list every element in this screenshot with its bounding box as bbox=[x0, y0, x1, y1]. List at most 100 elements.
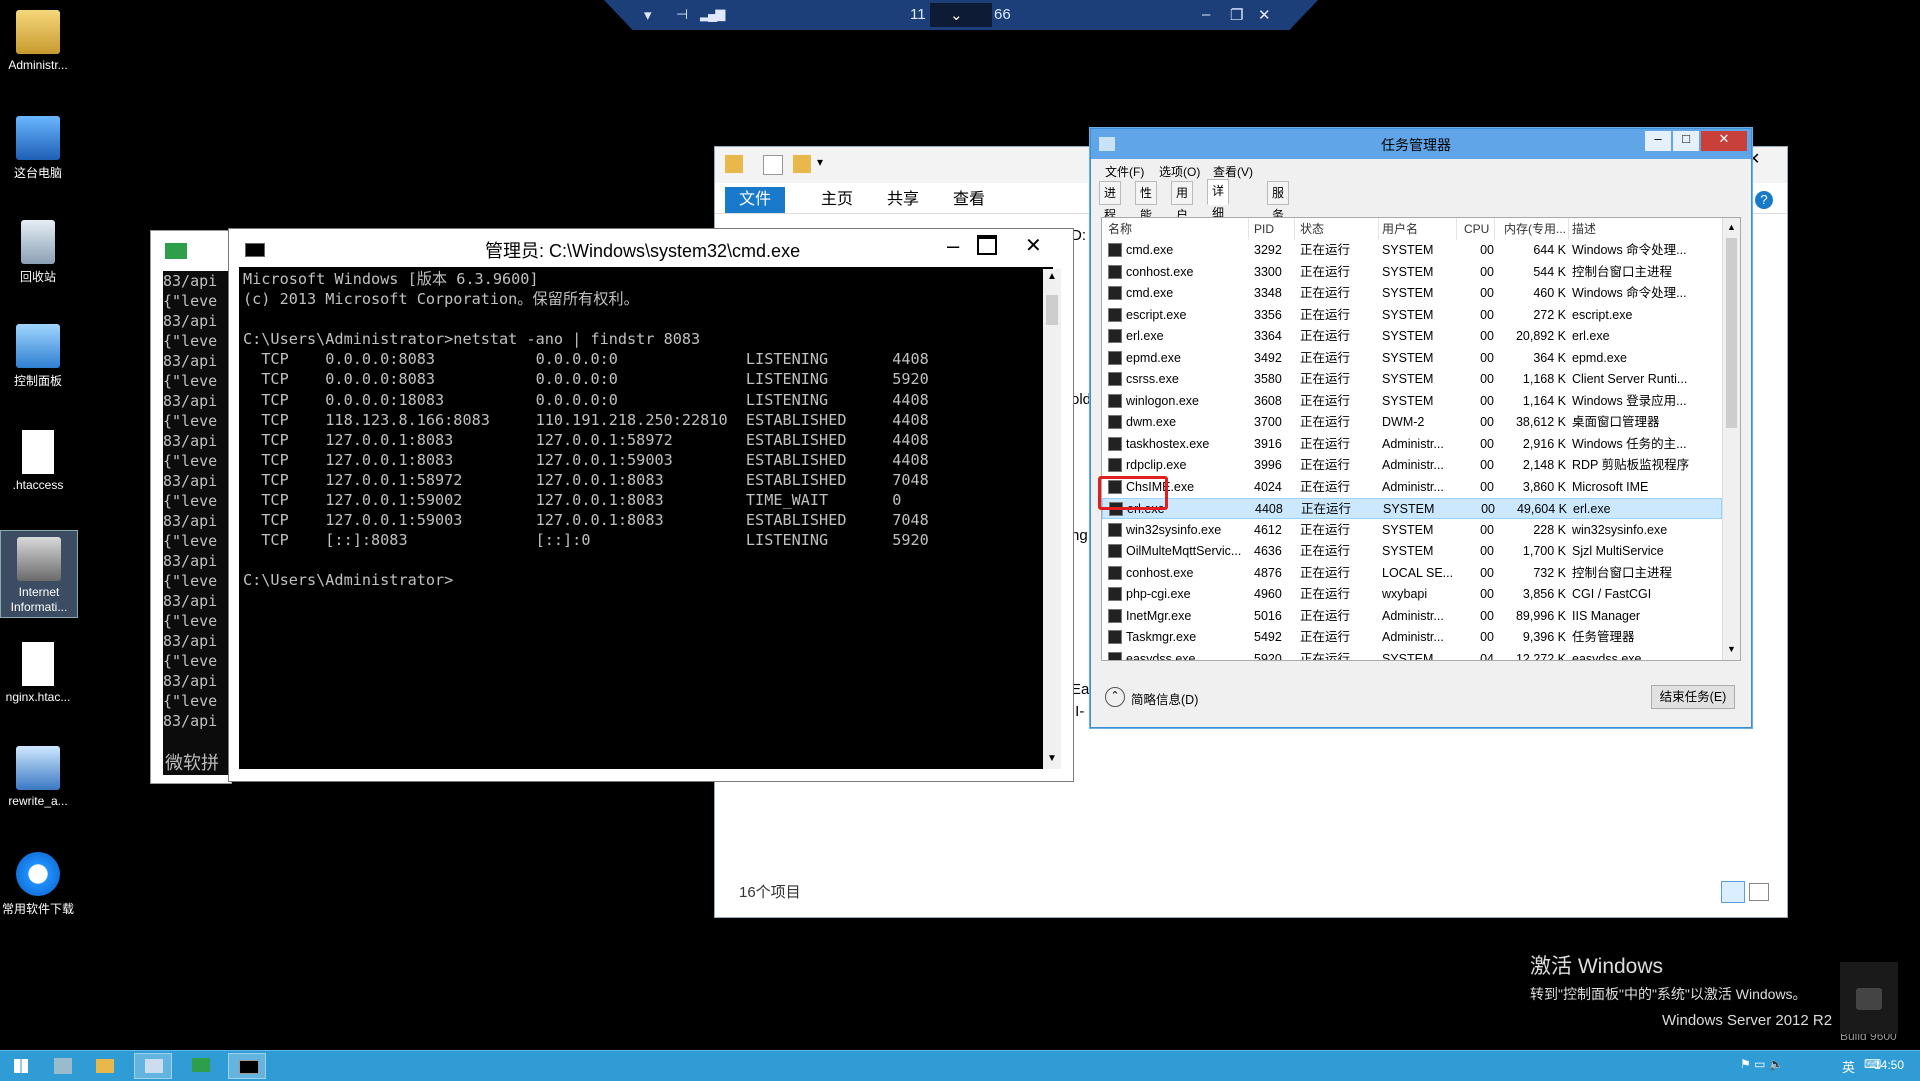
tab-performance[interactable]: 性能 bbox=[1135, 181, 1158, 222]
desktop-icon-control-panel[interactable]: 控制面板 bbox=[0, 318, 76, 392]
cmd-scrollbar[interactable]: ▲ ▼ bbox=[1043, 269, 1061, 769]
scroll-thumb[interactable] bbox=[1046, 295, 1058, 325]
menu-file[interactable]: 文件(F) bbox=[1105, 163, 1144, 180]
col-description[interactable]: 描述 bbox=[1572, 218, 1702, 240]
scroll-down-icon[interactable]: ▼ bbox=[1047, 753, 1057, 764]
menu-view[interactable]: 查看(V) bbox=[1213, 163, 1253, 180]
cell-status: 正在运行 bbox=[1300, 286, 1351, 300]
taskbar-task-manager[interactable] bbox=[134, 1053, 172, 1079]
table-row[interactable]: easydss.exe 5920 正在运行 SYSTEM 04 12,272 K easyd… bbox=[1102, 649, 1722, 660]
table-row[interactable]: ChsIME.exe 4024 正在运行 Administr... 00 3,860 KM… bbox=[1102, 477, 1722, 498]
cell-desc: 任务管理器 bbox=[1572, 630, 1635, 644]
desktop-icon-administrator[interactable]: Administr... bbox=[0, 4, 76, 78]
cmd-output[interactable]: Microsoft Windows [版本 6.3.9600] (c) 2013 … bbox=[239, 267, 1053, 769]
table-row[interactable]: php-cgi.exe 4960 正在运行 wxybapi 00 3,856 K CGI /… bbox=[1102, 584, 1722, 605]
scroll-up-icon[interactable]: ▲ bbox=[1047, 271, 1057, 282]
tm-titlebar[interactable]: 任务管理器 – □ ✕ bbox=[1091, 129, 1751, 159]
table-row[interactable]: InetMgr.exe 5016 正在运行 Administr... 00 89,996 … bbox=[1102, 606, 1722, 627]
table-row[interactable]: cmd.exe 3348 正在运行 SYSTEM 00 460 K Windows 命令处理… bbox=[1102, 283, 1722, 304]
close-icon[interactable]: ✕ bbox=[1025, 233, 1042, 258]
tab-file[interactable]: 文件 bbox=[725, 187, 786, 213]
tab-share[interactable]: 共享 bbox=[873, 187, 933, 213]
tab-home[interactable]: 主页 bbox=[807, 187, 867, 213]
desktop-icon-iis[interactable]: Internet Informati... bbox=[0, 530, 78, 618]
pin-dropdown-icon[interactable]: ▾ bbox=[644, 6, 652, 24]
clock[interactable]: 14:50 bbox=[1874, 1058, 1904, 1072]
desktop-icon-htaccess[interactable]: .htaccess bbox=[0, 424, 76, 498]
tab-processes[interactable]: 进程 bbox=[1099, 181, 1122, 222]
minimize-icon[interactable]: – bbox=[947, 233, 959, 259]
close-icon[interactable]: ✕ bbox=[1701, 131, 1747, 151]
chevron-up-icon[interactable]: ⌃ bbox=[1105, 687, 1125, 707]
chevron-down-icon[interactable]: ▾ bbox=[817, 155, 823, 169]
details-view-icon[interactable] bbox=[1721, 881, 1745, 903]
scroll-down-icon[interactable]: ▼ bbox=[1727, 644, 1736, 654]
col-user[interactable]: 用户名 bbox=[1382, 218, 1457, 240]
tab-details[interactable]: 详细信息 bbox=[1207, 179, 1230, 264]
tm-scrollbar[interactable]: ▲ ▼ bbox=[1722, 218, 1740, 660]
table-row[interactable]: cmd.exe 3292 正在运行 SYSTEM 00 644 K Windows 命令处理… bbox=[1102, 240, 1722, 261]
taskbar-green-app[interactable] bbox=[182, 1053, 220, 1079]
col-status[interactable]: 状态 bbox=[1300, 218, 1379, 240]
minimize-icon[interactable]: – bbox=[1202, 6, 1210, 23]
console-line: 83/api bbox=[163, 632, 218, 650]
brief-info-toggle[interactable]: 简略信息(D) bbox=[1131, 689, 1198, 708]
chevron-down-icon[interactable]: ⌄ bbox=[950, 6, 963, 24]
start-button[interactable] bbox=[2, 1053, 40, 1079]
col-cpu[interactable]: CPU bbox=[1464, 218, 1495, 240]
maximize-icon[interactable]: □ bbox=[1673, 131, 1699, 151]
tab-services[interactable]: 服务 bbox=[1267, 181, 1290, 222]
col-pid[interactable]: PID bbox=[1254, 218, 1295, 240]
table-row[interactable]: dwm.exe 3700 正在运行 DWM-2 00 38,612 K 桌面窗口管理器 bbox=[1102, 412, 1722, 433]
cmd-titlebar[interactable]: 管理员: C:\Windows\system32\cmd.exe – ✕ bbox=[229, 229, 1073, 267]
table-row[interactable]: win32sysinfo.exe 4612 正在运行 SYSTEM 00 228 K win… bbox=[1102, 520, 1722, 541]
col-name[interactable]: 名称 bbox=[1108, 218, 1249, 240]
table-row[interactable]: csrss.exe 3580 正在运行 SYSTEM 00 1,168 K Client S… bbox=[1102, 369, 1722, 390]
end-task-button[interactable]: 结束任务(E) bbox=[1651, 685, 1735, 709]
restore-icon[interactable]: ❐ bbox=[1230, 6, 1243, 24]
taskbar-server-manager[interactable] bbox=[44, 1053, 82, 1079]
scroll-up-icon[interactable]: ▲ bbox=[1727, 222, 1736, 232]
maximize-icon[interactable] bbox=[977, 235, 997, 255]
col-memory[interactable]: 内存(专用... bbox=[1504, 218, 1569, 240]
table-row[interactable]: rdpclip.exe 3996 正在运行 Administr... 00 2,148 K… bbox=[1102, 455, 1722, 476]
table-row[interactable]: winlogon.exe 3608 正在运行 SYSTEM 00 1,164 K Windo… bbox=[1102, 391, 1722, 412]
cell-mem: 2,916 K bbox=[1522, 436, 1566, 451]
desktop-icon-nginx[interactable]: nginx.htac... bbox=[0, 636, 76, 710]
desktop-icon-recycle-bin[interactable]: 回收站 bbox=[0, 214, 76, 288]
desktop-icon-rewrite[interactable]: rewrite_a... bbox=[0, 740, 76, 814]
cell-status: 正在运行 bbox=[1300, 458, 1351, 472]
pin-icon[interactable]: ⊣ bbox=[676, 6, 688, 23]
help-icon[interactable]: ? bbox=[1755, 191, 1773, 209]
table-row[interactable]: epmd.exe 3492 正在运行 SYSTEM 00 364 K epmd.exe bbox=[1102, 348, 1722, 369]
new-folder-icon[interactable] bbox=[793, 155, 811, 173]
cmd-window[interactable]: 管理员: C:\Windows\system32\cmd.exe – ✕ Mic… bbox=[228, 228, 1074, 782]
table-row[interactable]: taskhostex.exe 3916 正在运行 Administr... 00 2,91… bbox=[1102, 434, 1722, 455]
table-row[interactable]: conhost.exe 3300 正在运行 SYSTEM 00 544 K 控制台窗口主进程 bbox=[1102, 262, 1722, 283]
process-table[interactable]: 名称 PID 状态 用户名 CPU 内存(专用... 描述 cmd.exe 329… bbox=[1101, 217, 1741, 661]
table-row[interactable]: erl.exe 4408 正在运行 SYSTEM 00 49,604 Kerl.exe bbox=[1102, 498, 1722, 519]
tab-users[interactable]: 用户 bbox=[1171, 181, 1194, 222]
scroll-thumb[interactable] bbox=[1726, 238, 1737, 428]
file-icon bbox=[22, 430, 54, 474]
taskbar-cmd[interactable] bbox=[228, 1053, 266, 1079]
table-row[interactable]: Taskmgr.exe 5492 正在运行 Administr... 00 9,396 K… bbox=[1102, 627, 1722, 648]
console-window-partial[interactable]: 83/api {"leve 83/api {"leve 83/api {"leve 83/a… bbox=[150, 230, 232, 784]
table-row[interactable]: OilMulteMqttServic... 4636 正在运行 SYSTEM 00 1,7… bbox=[1102, 541, 1722, 562]
taskbar-explorer[interactable] bbox=[86, 1053, 124, 1079]
close-icon[interactable]: ✕ bbox=[1258, 6, 1271, 24]
task-manager-window[interactable]: 任务管理器 – □ ✕ 文件(F) 选项(O) 查看(V) 进程 性能 用户 详… bbox=[1090, 128, 1752, 728]
desktop-icon-software[interactable]: 常用软件下载 bbox=[0, 846, 76, 920]
properties-icon[interactable] bbox=[763, 155, 783, 175]
table-row[interactable]: escript.exe 3356 正在运行 SYSTEM 00 272 K escript.… bbox=[1102, 305, 1722, 326]
large-icons-view-icon[interactable] bbox=[1749, 883, 1769, 901]
tray-icons[interactable]: ⚑ ▭ 🔈 bbox=[1740, 1057, 1784, 1071]
menu-options[interactable]: 选项(O) bbox=[1159, 163, 1200, 180]
table-row[interactable]: conhost.exe 4876 正在运行 LOCAL SE... 00 732 K 控制台… bbox=[1102, 563, 1722, 584]
ime-indicator[interactable]: 英 bbox=[1842, 1057, 1855, 1076]
rdp-minimized-panel[interactable] bbox=[1840, 962, 1898, 1034]
table-row[interactable]: erl.exe 3364 正在运行 SYSTEM 00 20,892 K erl.exe bbox=[1102, 326, 1722, 347]
tab-view[interactable]: 查看 bbox=[939, 187, 999, 213]
minimize-icon[interactable]: – bbox=[1645, 131, 1671, 151]
desktop-icon-this-pc[interactable]: 这台电脑 bbox=[0, 110, 76, 184]
